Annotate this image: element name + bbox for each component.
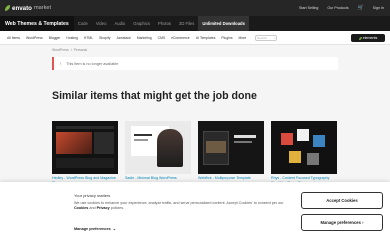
sign-in-link[interactable]: Sign In <box>373 6 384 10</box>
manage-preferences-button[interactable]: Manage preferences › <box>301 214 383 231</box>
category-3d-files[interactable]: 3D Files <box>175 16 198 31</box>
cookie-text-post: policies. <box>110 206 125 211</box>
subnav-cms[interactable]: CMS <box>155 36 169 40</box>
privacy-policy-link[interactable]: Privacy <box>97 206 110 210</box>
subnav-html[interactable]: HTML <box>81 36 96 40</box>
top-bar: envato market Start Selling Our Products… <box>0 0 390 16</box>
item-title[interactable]: Sadie - Minimal Blog WordPress <box>125 176 191 181</box>
cart-icon[interactable]: 🛒 <box>358 5 364 11</box>
elements-badge[interactable]: elements <box>351 34 385 42</box>
item-card[interactable]: Webflick - Multipurpose Template <box>198 121 264 185</box>
our-products-link[interactable]: Our Products <box>327 6 348 10</box>
subnav-ui-templates[interactable]: UI Templates <box>193 36 219 40</box>
item-card[interactable]: Hedley - WordPress Blog and Magazine The… <box>52 121 118 185</box>
page-title: Similar items that might get the job don… <box>52 90 257 102</box>
cookies-policy-link[interactable]: Cookies <box>74 206 88 210</box>
breadcrumb-personal[interactable]: Personal <box>74 48 87 52</box>
category-video[interactable]: Video <box>92 16 111 31</box>
category-code[interactable]: Code <box>74 16 92 31</box>
manage-preferences-label: Manage preferences <box>74 226 111 231</box>
unavailable-alert: ! This item is no longer available <box>52 57 338 70</box>
subnav-all-items[interactable]: All Items <box>4 36 23 40</box>
cookie-text: We use cookies to enhance your experienc… <box>74 201 284 211</box>
subnav-marketing[interactable]: Marketing <box>134 36 155 40</box>
chevron-down-icon: ⌄ <box>112 227 116 231</box>
logo-main: envato <box>12 4 32 12</box>
start-selling-link[interactable]: Start Selling <box>299 6 318 10</box>
subnav-shopify[interactable]: Shopify <box>96 36 113 40</box>
leaf-icon <box>358 36 362 40</box>
breadcrumb-wordpress[interactable]: WordPress <box>52 48 69 52</box>
subnav-wordpress[interactable]: WordPress <box>23 36 46 40</box>
item-thumbnail[interactable] <box>198 121 264 174</box>
category-photos[interactable]: Photos <box>154 16 175 31</box>
accept-cookies-button[interactable]: Accept Cookies <box>301 192 383 209</box>
sub-nav: All Items WordPress Blogger Hosting HTML… <box>0 31 390 45</box>
subnav-more[interactable]: More <box>236 36 250 40</box>
subnav-jamstack[interactable]: Jamstack <box>113 36 133 40</box>
subnav-hosting[interactable]: Hosting <box>63 36 81 40</box>
search-icon[interactable]: ⌕ <box>274 36 276 40</box>
item-thumbnail[interactable] <box>125 121 191 174</box>
category-graphics[interactable]: Graphics <box>129 16 154 31</box>
elements-badge-label: elements <box>362 36 378 40</box>
alert-text: This item is no longer available <box>66 61 119 66</box>
chevron-right-icon: › <box>360 220 364 225</box>
manage-preferences-link[interactable]: Manage preferences ⌄ <box>74 226 116 232</box>
item-thumbnail[interactable] <box>271 121 337 174</box>
breadcrumb: WordPress / Personal <box>52 48 87 52</box>
subnav-ecommerce[interactable]: eCommerce <box>168 36 192 40</box>
cookie-banner: Your privacy matters We use cookies to e… <box>0 182 390 240</box>
leaf-icon <box>5 5 10 11</box>
search-input[interactable]: Search ⌕ <box>255 34 278 41</box>
alert-icon: ! <box>60 61 62 66</box>
category-audio[interactable]: Audio <box>110 16 129 31</box>
similar-items-grid: Hedley - WordPress Blog and Magazine The… <box>52 121 339 185</box>
item-title[interactable]: Webflick - Multipurpose Template <box>198 176 264 181</box>
manage-preferences-button-label: Manage preferences <box>320 220 361 225</box>
category-title[interactable]: Web Themes & Templates <box>0 16 74 31</box>
subnav-plugins[interactable]: Plugins <box>218 36 235 40</box>
logo-sub: market <box>33 5 52 11</box>
cookie-title: Your privacy matters <box>74 193 111 198</box>
top-links: Start Selling Our Products 🛒 Sign In <box>299 0 384 16</box>
cookie-text-pre: We use cookies to enhance your experienc… <box>74 201 284 205</box>
breadcrumb-separator: / <box>70 48 72 52</box>
item-thumbnail[interactable] <box>52 121 118 174</box>
item-card[interactable]: Rhys - Content Focused Typography Blog W… <box>271 121 337 185</box>
subnav-blogger[interactable]: Blogger <box>46 36 64 40</box>
item-card[interactable]: Sadie - Minimal Blog WordPress <box>125 121 191 185</box>
search-placeholder: Search <box>257 35 267 40</box>
cookie-text-and: and <box>89 206 96 211</box>
envato-logo[interactable]: envato market <box>5 5 51 12</box>
category-unlimited-downloads[interactable]: Unlimited Downloads <box>198 16 249 31</box>
category-bar: Web Themes & Templates Code Video Audio … <box>0 16 390 31</box>
